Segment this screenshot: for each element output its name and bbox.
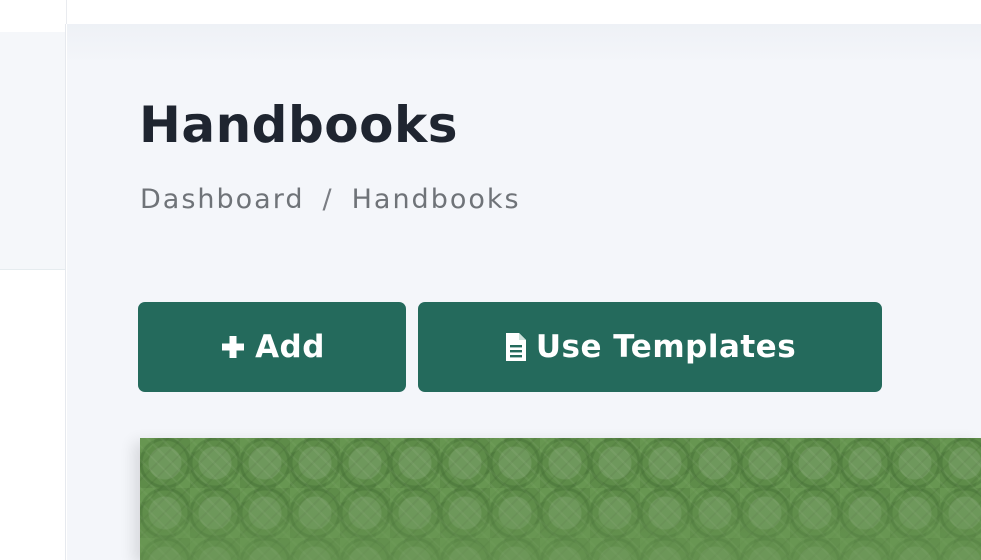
add-button-label: Add — [255, 329, 325, 365]
breadcrumb-separator: / — [322, 184, 334, 215]
main-content: Handbooks Dashboard / Handbooks Add Use … — [67, 24, 981, 560]
main-header-shade — [67, 24, 981, 64]
handbook-cover-image[interactable] — [140, 438, 981, 560]
use-templates-button-label: Use Templates — [535, 329, 797, 365]
breadcrumb-dashboard-link[interactable]: Dashboard — [140, 184, 304, 215]
breadcrumb: Dashboard / Handbooks — [140, 184, 521, 215]
app-root: Handbooks Dashboard / Handbooks Add Use … — [0, 0, 981, 560]
sidebar — [0, 24, 66, 560]
breadcrumb-current: Handbooks — [351, 184, 521, 215]
cover-image-gradient — [140, 490, 981, 560]
file-text-icon — [504, 331, 528, 363]
sidebar-divider — [0, 269, 65, 270]
plus-icon — [219, 333, 247, 361]
top-bar-divider — [66, 0, 67, 24]
add-button[interactable]: Add — [138, 302, 406, 392]
page-title: Handbooks — [139, 96, 458, 154]
top-bar — [0, 0, 981, 24]
sidebar-active-section — [0, 32, 65, 270]
use-templates-button[interactable]: Use Templates — [418, 302, 882, 392]
